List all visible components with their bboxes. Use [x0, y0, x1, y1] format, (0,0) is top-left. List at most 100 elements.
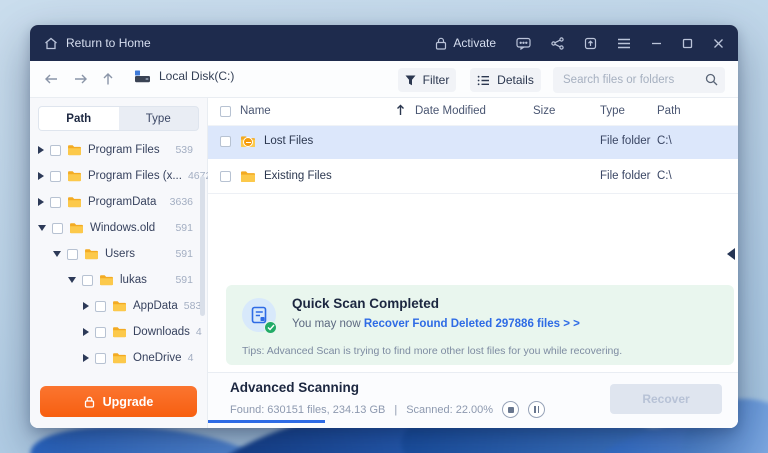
folder-icon — [112, 352, 127, 364]
tree-item[interactable]: ProgramData 3636 — [30, 189, 207, 215]
select-all-checkbox[interactable] — [220, 106, 231, 117]
maximize-button[interactable] — [682, 38, 693, 49]
tree-item[interactable]: lukas 591 — [30, 267, 207, 293]
folder-icon — [240, 135, 256, 149]
back-button[interactable] — [42, 70, 60, 88]
upgrade-button[interactable]: Upgrade — [40, 386, 197, 417]
lock-icon — [84, 396, 95, 408]
details-list-icon — [477, 75, 490, 86]
return-home-label: Return to Home — [66, 36, 151, 50]
feedback-chat-icon[interactable] — [516, 37, 531, 50]
tree-checkbox[interactable] — [50, 170, 61, 182]
expand-arrow-icon[interactable] — [83, 302, 89, 310]
pause-scan-button[interactable] — [528, 401, 546, 418]
column-header-name[interactable]: Name — [240, 105, 271, 117]
expand-arrow-icon[interactable] — [38, 225, 46, 231]
tree-checkbox[interactable] — [50, 144, 61, 156]
file-table-body: Lost Files File folder C:\ Existing File… — [208, 126, 738, 194]
titlebar: Return to Home Activate — [30, 25, 738, 61]
details-label: Details — [497, 73, 534, 87]
tree-item[interactable]: Program Files 539 — [30, 137, 207, 163]
folder-icon — [112, 326, 127, 338]
forward-button[interactable] — [71, 70, 89, 88]
scan-title: Advanced Scanning — [230, 380, 360, 395]
filter-button[interactable]: Filter — [398, 68, 456, 92]
tree-item-label: Windows.old — [90, 222, 156, 234]
expand-arrow-icon[interactable] — [83, 354, 89, 362]
tree-item[interactable]: Program Files (x... 4672 — [30, 163, 211, 189]
upgrade-label: Upgrade — [102, 394, 154, 409]
current-location[interactable]: Local Disk(C:) — [134, 69, 234, 83]
sidebar-scrollbar-thumb[interactable] — [200, 176, 205, 316]
filter-funnel-icon — [405, 75, 416, 86]
stop-scan-button[interactable] — [502, 401, 520, 418]
expand-arrow-icon[interactable] — [38, 146, 44, 154]
tree-item[interactable]: AppData 583 — [30, 293, 207, 319]
column-header-type[interactable]: Type — [600, 105, 625, 117]
scan-complete-banner: Quick Scan Completed You may now Recover… — [226, 285, 734, 365]
expand-arrow-icon[interactable] — [38, 198, 44, 206]
search-box — [553, 67, 725, 93]
expand-arrow-icon[interactable] — [68, 277, 76, 283]
check-badge-icon — [264, 321, 277, 334]
tree-item-label: Downloads — [133, 326, 190, 338]
tree-checkbox[interactable] — [52, 222, 63, 234]
row-path: C:\ — [657, 170, 672, 182]
lost-files-badge-icon — [243, 137, 253, 147]
tree-checkbox[interactable] — [95, 326, 106, 338]
expand-arrow-icon[interactable] — [38, 172, 44, 180]
tree-item[interactable]: Downloads 4 — [30, 319, 207, 345]
folder-icon — [99, 274, 114, 286]
row-checkbox[interactable] — [220, 171, 231, 182]
sort-ascending-icon[interactable] — [396, 104, 405, 116]
found-text: Found: 630151 files, 234.13 GB — [230, 403, 386, 416]
row-checkbox[interactable] — [220, 136, 231, 147]
search-icon[interactable] — [705, 73, 718, 86]
scanned-text: Scanned: 22.00% — [406, 403, 494, 416]
filter-label: Filter — [422, 73, 450, 87]
menu-icon[interactable] — [617, 38, 631, 49]
recover-button[interactable]: Recover — [610, 384, 722, 414]
location-label: Local Disk(C:) — [159, 69, 235, 83]
recover-found-link[interactable]: Recover Found Deleted 297886 files > > — [364, 318, 580, 330]
upgrade-box-icon[interactable] — [584, 37, 597, 50]
tree-checkbox[interactable] — [50, 196, 61, 208]
tree-checkbox[interactable] — [82, 274, 93, 286]
tree-checkbox[interactable] — [67, 248, 78, 260]
column-header-date[interactable]: Date Modified — [415, 105, 486, 117]
tree-item-count: 539 — [175, 144, 193, 156]
column-header-path[interactable]: Path — [657, 105, 681, 117]
row-name: Lost Files — [264, 135, 314, 147]
close-button[interactable] — [713, 38, 724, 49]
row-name: Existing Files — [264, 170, 332, 182]
status-divider: | — [394, 403, 398, 416]
expand-arrow-icon[interactable] — [83, 328, 89, 336]
tree-checkbox[interactable] — [95, 300, 106, 312]
row-type: File folder — [600, 170, 651, 182]
activate-label: Activate — [453, 36, 496, 50]
banner-subtitle: You may now Recover Found Deleted 297886… — [292, 318, 580, 330]
expand-arrow-icon[interactable] — [53, 251, 61, 257]
tree-item[interactable]: Windows.old 591 — [30, 215, 207, 241]
minimize-button[interactable] — [651, 38, 662, 49]
tree-item-label: Program Files (x... — [88, 170, 182, 182]
tree-item[interactable]: OneDrive 4 — [30, 345, 207, 371]
activate-button[interactable]: Activate — [435, 36, 496, 50]
details-button[interactable]: Details — [470, 68, 541, 92]
table-row[interactable]: Lost Files File folder C:\ — [208, 126, 738, 159]
up-button[interactable] — [99, 70, 117, 88]
home-icon — [44, 37, 58, 50]
tree-checkbox[interactable] — [95, 352, 106, 364]
column-header-size[interactable]: Size — [533, 105, 555, 117]
return-home-button[interactable]: Return to Home — [44, 36, 151, 50]
folder-tree: Program Files 539 Program Files (x... 46… — [30, 137, 211, 371]
tab-type[interactable]: Type — [119, 107, 199, 130]
tree-item[interactable]: Users 591 — [30, 241, 207, 267]
table-row[interactable]: Existing Files File folder C:\ — [208, 161, 738, 194]
lock-icon — [435, 37, 447, 50]
collapse-panel-handle[interactable] — [727, 248, 735, 260]
search-input[interactable] — [553, 67, 725, 93]
tree-item-label: ProgramData — [88, 196, 157, 208]
share-icon[interactable] — [551, 36, 564, 50]
tab-path[interactable]: Path — [39, 107, 119, 130]
